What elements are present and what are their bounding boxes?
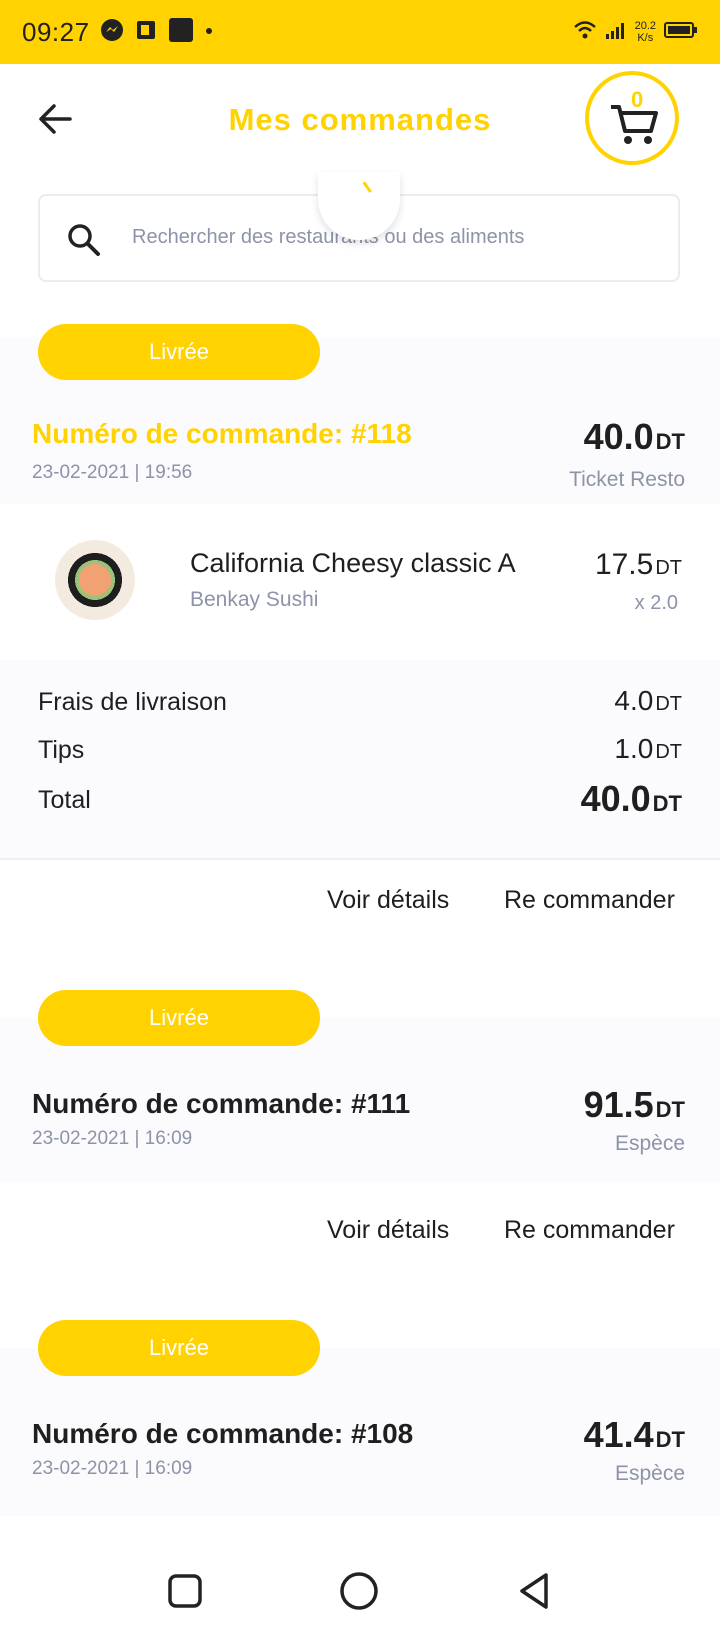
payment-method: Espèce [614,1462,685,1485]
order-date: 23-02-2021 | 16:09 [32,1458,193,1479]
payment-method: Espèce [614,1132,685,1155]
item-image [55,540,135,620]
reorder-button[interactable]: Re commander [504,886,675,915]
office-icon [134,18,158,47]
status-time: 09:27 [22,16,90,47]
status-badge: Livrée [38,1320,320,1376]
order-amount: 91.5DT [583,1084,685,1125]
dot-icon [204,23,214,41]
delivery-fee-value: 4.0 DT [614,685,682,716]
payment-method: Ticket Resto [569,468,685,491]
delivery-fee-label: Frais de livraison [38,688,227,716]
order-date: 23-02-2021 | 16:09 [32,1128,193,1149]
gallery-icon [168,17,194,48]
reorder-button[interactable]: Re commander [504,1216,675,1245]
network-speed: 20.2 K/s [635,20,656,44]
status-bar: 09:27 20.2 K/s [0,0,720,64]
circle-nav-icon [340,1572,378,1610]
system-nav-bar [0,1542,720,1640]
order-amount: 40.0DT [583,416,685,457]
item-name: California Cheesy classic A [190,548,516,578]
wifi-icon [573,20,597,45]
battery-icon [664,21,698,44]
cart-icon [611,105,658,144]
total-value: 40.0DT [580,778,682,819]
speed-value: 20.2 [634,20,656,32]
divider [0,858,720,860]
total-label: Total [38,786,91,814]
square-nav-icon [168,1574,202,1608]
search-placeholder: Rechercher des restaurants ou des alimen… [132,226,525,248]
item-restaurant: Benkay Sushi [190,588,319,611]
signal-icon [605,21,627,44]
home-button[interactable] [334,1566,384,1616]
order-number: Numéro de commande: #118 [32,418,412,449]
view-details-button[interactable]: Voir détails [327,886,449,915]
loader-arc [360,181,372,195]
status-badge: Livrée [38,990,320,1046]
speed-unit: K/s [637,32,654,44]
item-price: 17.5 DT [594,548,682,581]
status-badge: Livrée [38,324,320,380]
messenger-icon [100,18,124,47]
item-quantity: x 2.0 [634,592,678,614]
back-nav-button[interactable] [510,1566,560,1616]
order-number: Numéro de commande: #108 [32,1418,414,1449]
tips-label: Tips [38,736,85,764]
order-date: 23-02-2021 | 19:56 [32,462,193,483]
triangle-nav-icon [520,1573,548,1609]
search-icon [68,224,100,256]
cart-button[interactable]: 0 [585,71,679,165]
order-amount: 41.4DT [583,1414,685,1455]
tips-value: 1.0 DT [614,733,682,764]
view-details-button[interactable]: Voir détails [327,1216,449,1245]
order-number: Numéro de commande: #111 [32,1088,411,1119]
recents-button[interactable] [160,1566,210,1616]
app-header: Mes commandes 0 [0,64,720,176]
